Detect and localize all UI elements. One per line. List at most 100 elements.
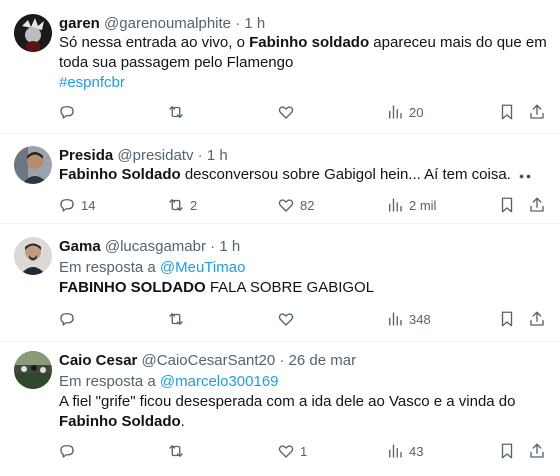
tweet-text-line-2: Fabinho Soldado. bbox=[59, 412, 185, 432]
display-name[interactable]: Presida bbox=[59, 147, 113, 164]
tweet-gama[interactable]: Gama @lucasgamabr · 1 h Em resposta a @M… bbox=[0, 224, 560, 342]
reply-icon bbox=[60, 199, 74, 212]
timestamp[interactable]: 1 h bbox=[219, 238, 240, 255]
like-icon bbox=[278, 445, 294, 458]
like-count: 1 bbox=[300, 443, 308, 459]
share-button[interactable] bbox=[528, 308, 546, 330]
reply-icon bbox=[60, 106, 74, 119]
retweet-button[interactable] bbox=[167, 101, 190, 123]
avatar[interactable] bbox=[14, 146, 52, 184]
avatar-image-icon bbox=[14, 14, 52, 52]
retweet-button[interactable] bbox=[167, 440, 190, 462]
like-button[interactable] bbox=[277, 308, 300, 330]
bookmark-button[interactable] bbox=[498, 101, 516, 123]
text-bold-segment: FABINHO SOLDADO bbox=[59, 279, 206, 296]
retweet-button[interactable]: 2 bbox=[167, 194, 197, 216]
like-button[interactable]: 1 bbox=[277, 440, 307, 462]
views-button[interactable]: 20 bbox=[386, 101, 423, 123]
reply-icon bbox=[60, 445, 74, 458]
reply-button[interactable] bbox=[58, 440, 81, 462]
eyes-emoji-icon bbox=[519, 165, 533, 185]
reply-prefix: Em resposta a bbox=[59, 259, 160, 276]
text-bold-segment: Fabinho Soldado bbox=[59, 166, 181, 183]
handle[interactable]: @CaioCesarSant20 bbox=[142, 352, 276, 369]
like-button[interactable] bbox=[277, 101, 300, 123]
view-count: 43 bbox=[409, 443, 424, 459]
reply-button[interactable] bbox=[58, 101, 81, 123]
text-segment: desconversou sobre Gabigol hein... Aí te… bbox=[180, 166, 511, 183]
retweet-icon bbox=[169, 106, 183, 118]
views-button[interactable]: 43 bbox=[386, 440, 423, 462]
text-segment: FALA SOBRE GABIGOL bbox=[205, 279, 375, 296]
like-count: 82 bbox=[300, 197, 315, 213]
separator: · bbox=[235, 15, 241, 32]
avatar-image-icon bbox=[14, 351, 52, 389]
share-icon bbox=[530, 443, 544, 458]
text-segment: Só nessa entrada ao vivo, o bbox=[59, 34, 250, 51]
bookmark-icon bbox=[501, 443, 513, 459]
views-button[interactable]: 348 bbox=[386, 308, 431, 330]
reply-count: 14 bbox=[81, 197, 96, 213]
bookmark-icon bbox=[501, 104, 513, 120]
tweet-feed: garen @garenoumalphite · 1 h Só nessa en… bbox=[0, 0, 560, 476]
bookmark-button[interactable] bbox=[498, 194, 516, 216]
reply-to-link[interactable]: @MeuTimao bbox=[160, 259, 246, 276]
reply-prefix: Em resposta a bbox=[59, 373, 160, 390]
tweet-text-line-1: Fabinho Soldado desconversou sobre Gabig… bbox=[59, 165, 533, 185]
bookmark-button[interactable] bbox=[498, 308, 516, 330]
display-name[interactable]: Caio Cesar bbox=[59, 352, 137, 369]
text-segment: apareceu mais do que em bbox=[369, 34, 547, 51]
tweet-header: Presida @presidatv · 1 h bbox=[59, 147, 228, 165]
handle[interactable]: @lucasgamabr bbox=[105, 238, 206, 255]
retweet-button[interactable] bbox=[167, 308, 190, 330]
avatar[interactable] bbox=[14, 237, 52, 275]
share-button[interactable] bbox=[528, 101, 546, 123]
separator: · bbox=[210, 238, 216, 255]
text-bold-segment: Fabinho Soldado bbox=[59, 413, 181, 430]
tweet-text-line-2: toda sua passagem pelo Flamengo bbox=[59, 54, 294, 71]
share-icon bbox=[530, 104, 544, 119]
reply-to-link[interactable]: @marcelo300169 bbox=[160, 373, 279, 390]
like-icon bbox=[278, 199, 294, 212]
reply-context: Em resposta a @marcelo300169 bbox=[59, 372, 279, 392]
reply-button[interactable] bbox=[58, 308, 81, 330]
reply-icon bbox=[60, 313, 74, 326]
share-button[interactable] bbox=[528, 194, 546, 216]
tweet-presida[interactable]: Presida @presidatv · 1 h Fabinho Soldado… bbox=[0, 134, 560, 224]
like-button[interactable]: 82 bbox=[277, 194, 314, 216]
separator: · bbox=[279, 352, 285, 369]
share-button[interactable] bbox=[528, 440, 546, 462]
avatar[interactable] bbox=[14, 351, 52, 389]
display-name[interactable]: garen bbox=[59, 15, 100, 32]
tweet-header: garen @garenoumalphite · 1 h bbox=[59, 15, 265, 33]
tweet-garen[interactable]: garen @garenoumalphite · 1 h Só nessa en… bbox=[0, 0, 560, 134]
hashtag-link[interactable]: #espnfcbr bbox=[59, 73, 125, 93]
handle[interactable]: @presidatv bbox=[117, 147, 193, 164]
tweet-caio-cesar[interactable]: Caio Cesar @CaioCesarSant20 · 26 de mar … bbox=[0, 342, 560, 476]
tweet-header: Gama @lucasgamabr · 1 h bbox=[59, 238, 240, 256]
avatar-image-icon bbox=[14, 146, 52, 184]
timestamp[interactable]: 26 de mar bbox=[289, 352, 357, 369]
timestamp[interactable]: 1 h bbox=[207, 147, 228, 164]
retweet-icon bbox=[169, 199, 183, 211]
retweet-icon bbox=[169, 313, 183, 325]
tweet-text-line-1: Só nessa entrada ao vivo, o Fabinho sold… bbox=[59, 33, 547, 53]
views-button[interactable]: 2 mil bbox=[386, 194, 436, 216]
like-icon bbox=[278, 313, 294, 326]
tweet-actions: 14 2 82 2 mil bbox=[52, 194, 552, 216]
tweet-actions: 20 bbox=[52, 101, 552, 123]
views-icon bbox=[389, 105, 402, 119]
timestamp[interactable]: 1 h bbox=[244, 15, 265, 32]
text-segment: A fiel "grife" ficou desesperada com a i… bbox=[59, 393, 516, 410]
reply-context: Em resposta a @MeuTimao bbox=[59, 258, 245, 278]
views-icon bbox=[389, 444, 402, 458]
avatar[interactable] bbox=[14, 14, 52, 52]
reply-button[interactable]: 14 bbox=[58, 194, 95, 216]
share-icon bbox=[530, 311, 544, 326]
text-segment: . bbox=[180, 413, 185, 430]
handle[interactable]: @garenoumalphite bbox=[104, 15, 231, 32]
retweet-count: 2 bbox=[190, 197, 198, 213]
display-name[interactable]: Gama bbox=[59, 238, 101, 255]
retweet-icon bbox=[169, 445, 183, 457]
bookmark-button[interactable] bbox=[498, 440, 516, 462]
